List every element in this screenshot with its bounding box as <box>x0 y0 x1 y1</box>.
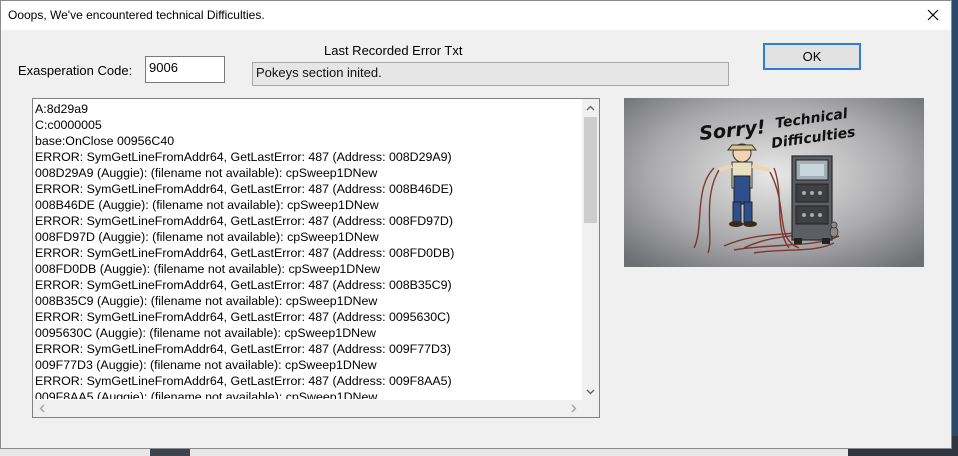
last-error-field: Pokeys section inited. <box>252 62 729 86</box>
close-button[interactable] <box>919 3 947 27</box>
close-icon <box>927 9 939 21</box>
log-line: 008FD97D (Auggie): (filename not availab… <box>35 230 379 244</box>
log-line: 008D29A9 (Auggie): (filename not availab… <box>35 166 378 180</box>
last-error-label: Last Recorded Error Txt <box>324 43 463 58</box>
scrollbar-corner <box>582 400 599 417</box>
error-dialog: Ooops, We've encountered technical Diffi… <box>0 0 952 449</box>
log-line: ERROR: SymGetLineFromAddr64, GetLastErro… <box>35 374 452 388</box>
window-title: Ooops, We've encountered technical Diffi… <box>8 8 265 22</box>
log-line: ERROR: SymGetLineFromAddr64, GetLastErro… <box>35 182 454 196</box>
exasperation-code-field[interactable]: 9006 <box>145 56 225 83</box>
exasperation-code-label: Exasperation Code: <box>18 63 133 78</box>
log-line: 008B35C9 (Auggie): (filename not availab… <box>35 294 378 308</box>
log-line: 0095630C (Auggie): (filename not availab… <box>35 326 376 340</box>
log-line: 009F77D3 (Auggie): (filename not availab… <box>35 358 377 372</box>
log-line: ERROR: SymGetLineFromAddr64, GetLastErro… <box>35 310 451 324</box>
scroll-down-button[interactable] <box>582 383 599 400</box>
log-line: ERROR: SymGetLineFromAddr64, GetLastErro… <box>35 342 451 356</box>
log-line: ERROR: SymGetLineFromAddr64, GetLastErro… <box>35 150 452 164</box>
scroll-right-icon <box>571 404 576 413</box>
log-line: ERROR: SymGetLineFromAddr64, GetLastErro… <box>35 246 455 260</box>
scroll-right-button[interactable] <box>565 400 582 417</box>
horizontal-scrollbar[interactable] <box>33 400 582 417</box>
log-line: 009F8AA5 (Auggie): (filename not availab… <box>35 390 378 399</box>
machine-figure <box>791 155 833 244</box>
vertical-scroll-thumb[interactable] <box>584 117 597 223</box>
log-line: 008B46DE (Auggie): (filename not availab… <box>35 198 379 212</box>
log-line: C:c0000005 <box>35 118 102 132</box>
mouse-figure <box>829 221 839 238</box>
log-line: ERROR: SymGetLineFromAddr64, GetLastErro… <box>35 214 453 228</box>
title-bar: Ooops, We've encountered technical Diffi… <box>1 1 951 30</box>
vertical-scrollbar[interactable] <box>582 99 599 400</box>
log-line: A:8d29a9 <box>35 102 89 116</box>
technical-difficulties-image: Sorry! Technical Difficulties <box>624 98 924 267</box>
log-line: base:OnClose 00956C40 <box>35 134 175 148</box>
ok-button[interactable]: OK <box>763 43 861 70</box>
scroll-down-icon <box>586 389 595 394</box>
scroll-left-icon <box>39 404 44 413</box>
scroll-up-icon <box>586 105 595 110</box>
scroll-left-button[interactable] <box>33 400 50 417</box>
log-line: ERROR: SymGetLineFromAddr64, GetLastErro… <box>35 278 452 292</box>
error-log-text: A:8d29a9 C:c0000005 base:OnClose 00956C40 E… <box>35 101 581 399</box>
error-log-box[interactable]: A:8d29a9 C:c0000005 base:OnClose 00956C40 E… <box>32 98 600 418</box>
scroll-up-button[interactable] <box>582 99 599 116</box>
log-line: 008FD0DB (Auggie): (filename not availab… <box>35 262 381 276</box>
